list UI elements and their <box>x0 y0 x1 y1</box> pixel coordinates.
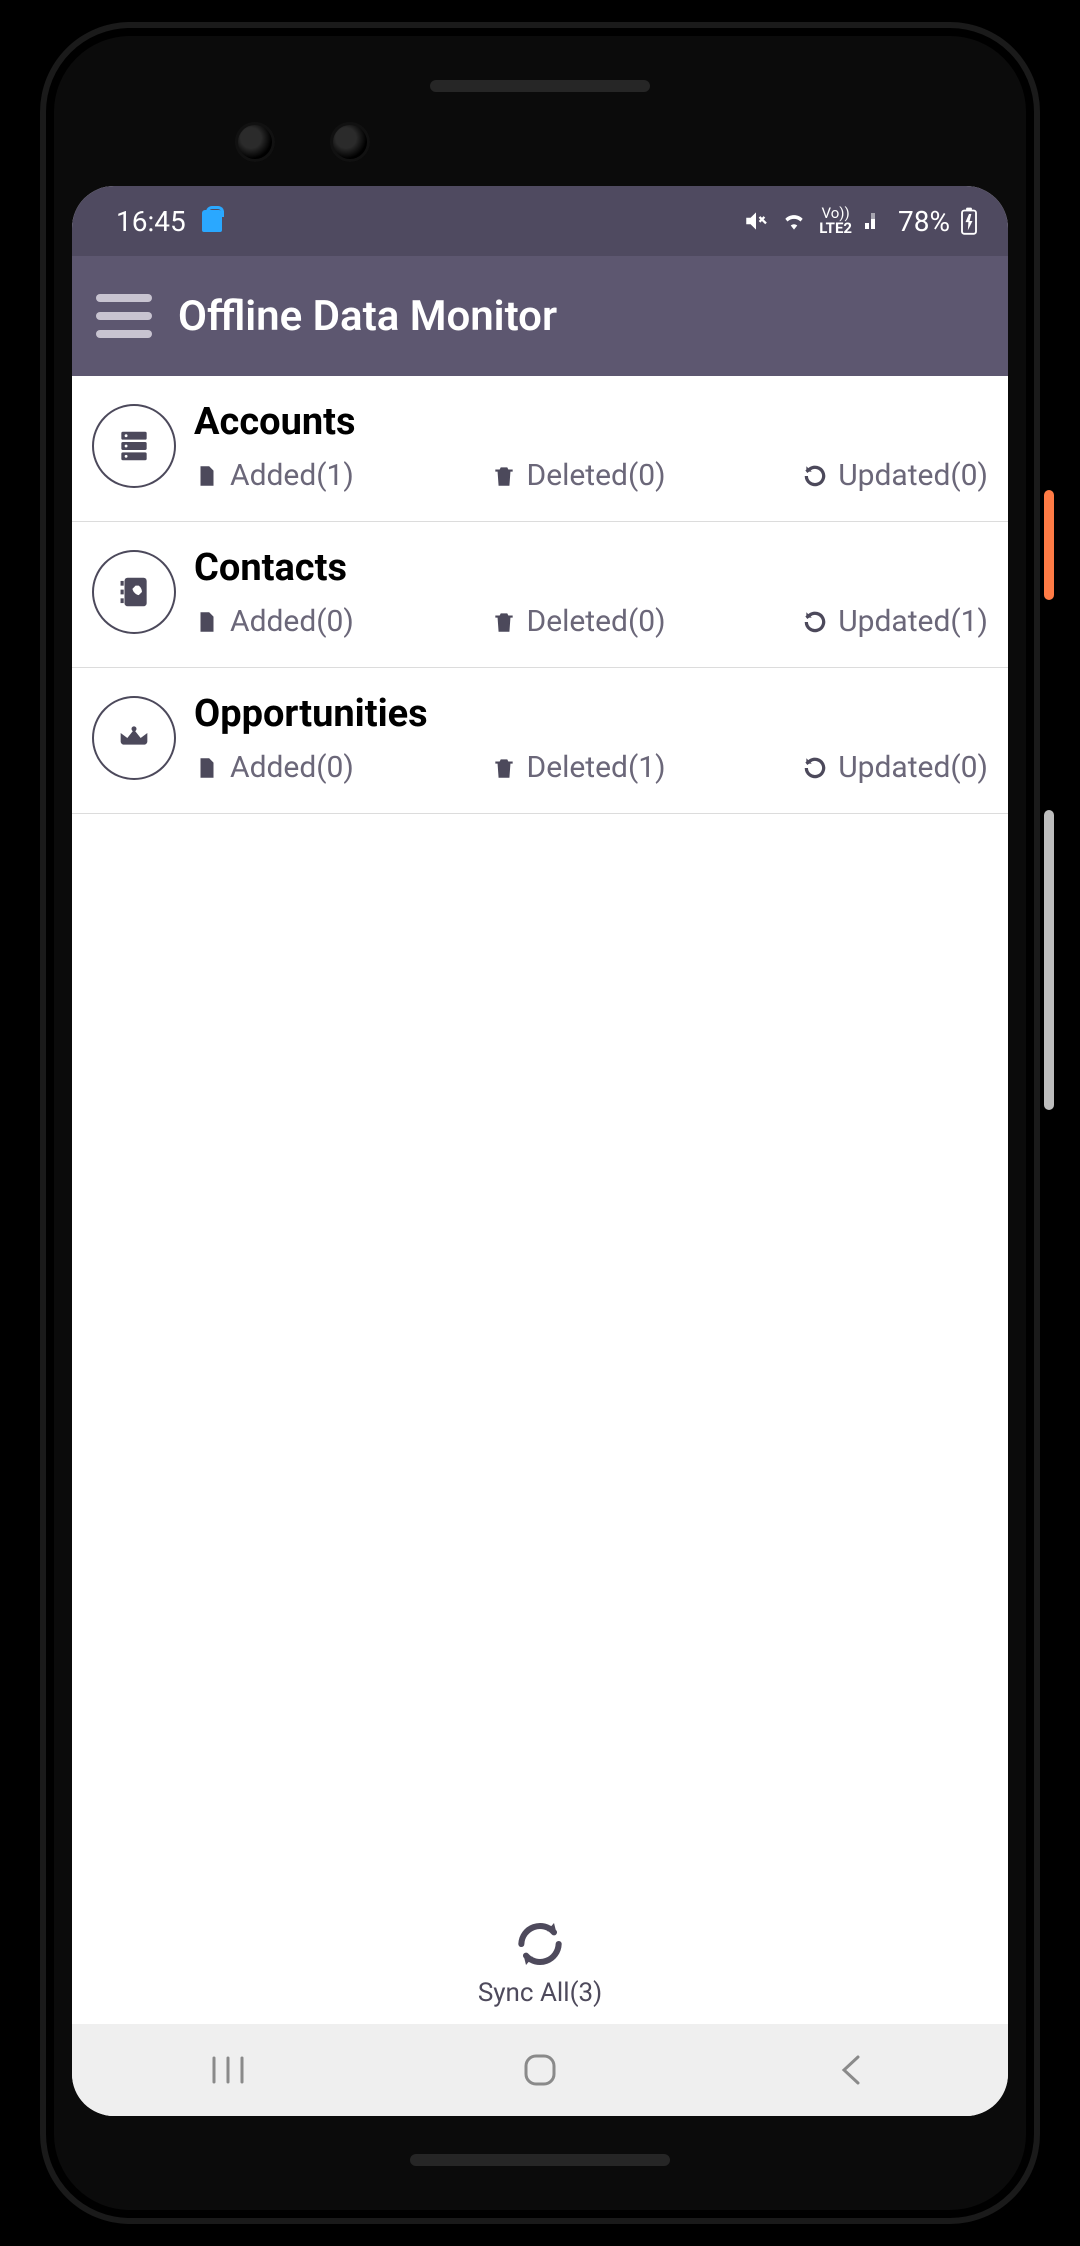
added-count: 0 <box>327 750 344 785</box>
phone-speaker-top <box>430 80 650 92</box>
sync-all-button[interactable]: Sync All(3) <box>72 1916 1008 2024</box>
status-left: 16:45 <box>116 205 222 238</box>
deleted-label: Deleted <box>527 458 628 493</box>
added-icon <box>194 463 220 489</box>
data-list: Accounts Added(1) Deleted(0) Updated(0) <box>72 376 1008 1916</box>
added-icon <box>194 609 220 635</box>
updated-label: Updated <box>838 458 950 493</box>
bag-icon <box>202 210 222 232</box>
sync-all-label: Sync All(3) <box>478 1978 602 2008</box>
trash-icon <box>491 609 517 635</box>
deleted-label: Deleted <box>527 604 628 639</box>
updated-count: 0 <box>961 458 978 493</box>
nav-back-button[interactable] <box>792 2053 912 2087</box>
added-label: Added <box>230 604 316 639</box>
refresh-icon <box>802 755 828 781</box>
updated-count: 1 <box>961 604 978 639</box>
phone-camera-2 <box>330 122 370 162</box>
mute-icon <box>743 208 769 234</box>
deleted-stat[interactable]: Deleted(0) <box>491 604 666 639</box>
deleted-label: Deleted <box>527 750 628 785</box>
opportunities-icon <box>92 696 176 780</box>
updated-label: Updated <box>838 750 950 785</box>
app-bar: Offline Data Monitor <box>72 256 1008 376</box>
menu-button[interactable] <box>96 294 152 338</box>
updated-label: Updated <box>838 604 950 639</box>
refresh-icon <box>802 463 828 489</box>
nav-recent-button[interactable] <box>168 2056 288 2084</box>
accounts-icon <box>92 404 176 488</box>
signal-icon <box>862 209 888 233</box>
refresh-icon <box>802 609 828 635</box>
battery-percent: 78% <box>898 205 950 238</box>
deleted-stat[interactable]: Deleted(1) <box>491 750 666 785</box>
item-title: Accounts <box>194 400 988 444</box>
status-time: 16:45 <box>116 205 186 238</box>
phone-volume-button <box>1044 810 1054 1110</box>
lte-text: LTE2 <box>819 221 852 236</box>
added-count: 0 <box>327 604 344 639</box>
updated-count: 0 <box>961 750 978 785</box>
android-nav-bar <box>72 2024 1008 2116</box>
screen: 16:45 Vo)) LTE2 78% Offline Data Monitor <box>72 186 1008 2116</box>
updated-stat[interactable]: Updated(0) <box>802 750 988 785</box>
trash-icon <box>491 463 517 489</box>
wifi-icon <box>779 208 809 234</box>
deleted-stat[interactable]: Deleted(0) <box>491 458 666 493</box>
phone-speaker-bottom <box>410 2154 670 2166</box>
added-count: 1 <box>327 458 344 493</box>
phone-camera-1 <box>235 122 275 162</box>
item-title: Opportunities <box>194 692 988 736</box>
trash-icon <box>491 755 517 781</box>
sync-icon <box>506 1916 574 1972</box>
status-right: Vo)) LTE2 78% <box>743 205 978 238</box>
battery-icon <box>960 207 978 235</box>
deleted-count: 0 <box>638 604 655 639</box>
status-bar: 16:45 Vo)) LTE2 78% <box>72 186 1008 256</box>
added-stat[interactable]: Added(1) <box>194 458 354 493</box>
added-label: Added <box>230 750 316 785</box>
nav-home-button[interactable] <box>480 2050 600 2090</box>
added-icon <box>194 755 220 781</box>
added-stat[interactable]: Added(0) <box>194 604 354 639</box>
item-title: Contacts <box>194 546 988 590</box>
added-stat[interactable]: Added(0) <box>194 750 354 785</box>
deleted-count: 1 <box>638 750 655 785</box>
added-label: Added <box>230 458 316 493</box>
contacts-icon <box>92 550 176 634</box>
page-title: Offline Data Monitor <box>178 292 557 341</box>
list-item-accounts[interactable]: Accounts Added(1) Deleted(0) Updated(0) <box>72 376 1008 522</box>
volte-label: Vo)) LTE2 <box>819 206 852 236</box>
updated-stat[interactable]: Updated(1) <box>802 604 988 639</box>
deleted-count: 0 <box>638 458 655 493</box>
phone-power-button <box>1044 490 1054 600</box>
list-item-contacts[interactable]: Contacts Added(0) Deleted(0) Updated(1) <box>72 522 1008 668</box>
list-item-opportunities[interactable]: Opportunities Added(0) Deleted(1) Update… <box>72 668 1008 814</box>
updated-stat[interactable]: Updated(0) <box>802 458 988 493</box>
